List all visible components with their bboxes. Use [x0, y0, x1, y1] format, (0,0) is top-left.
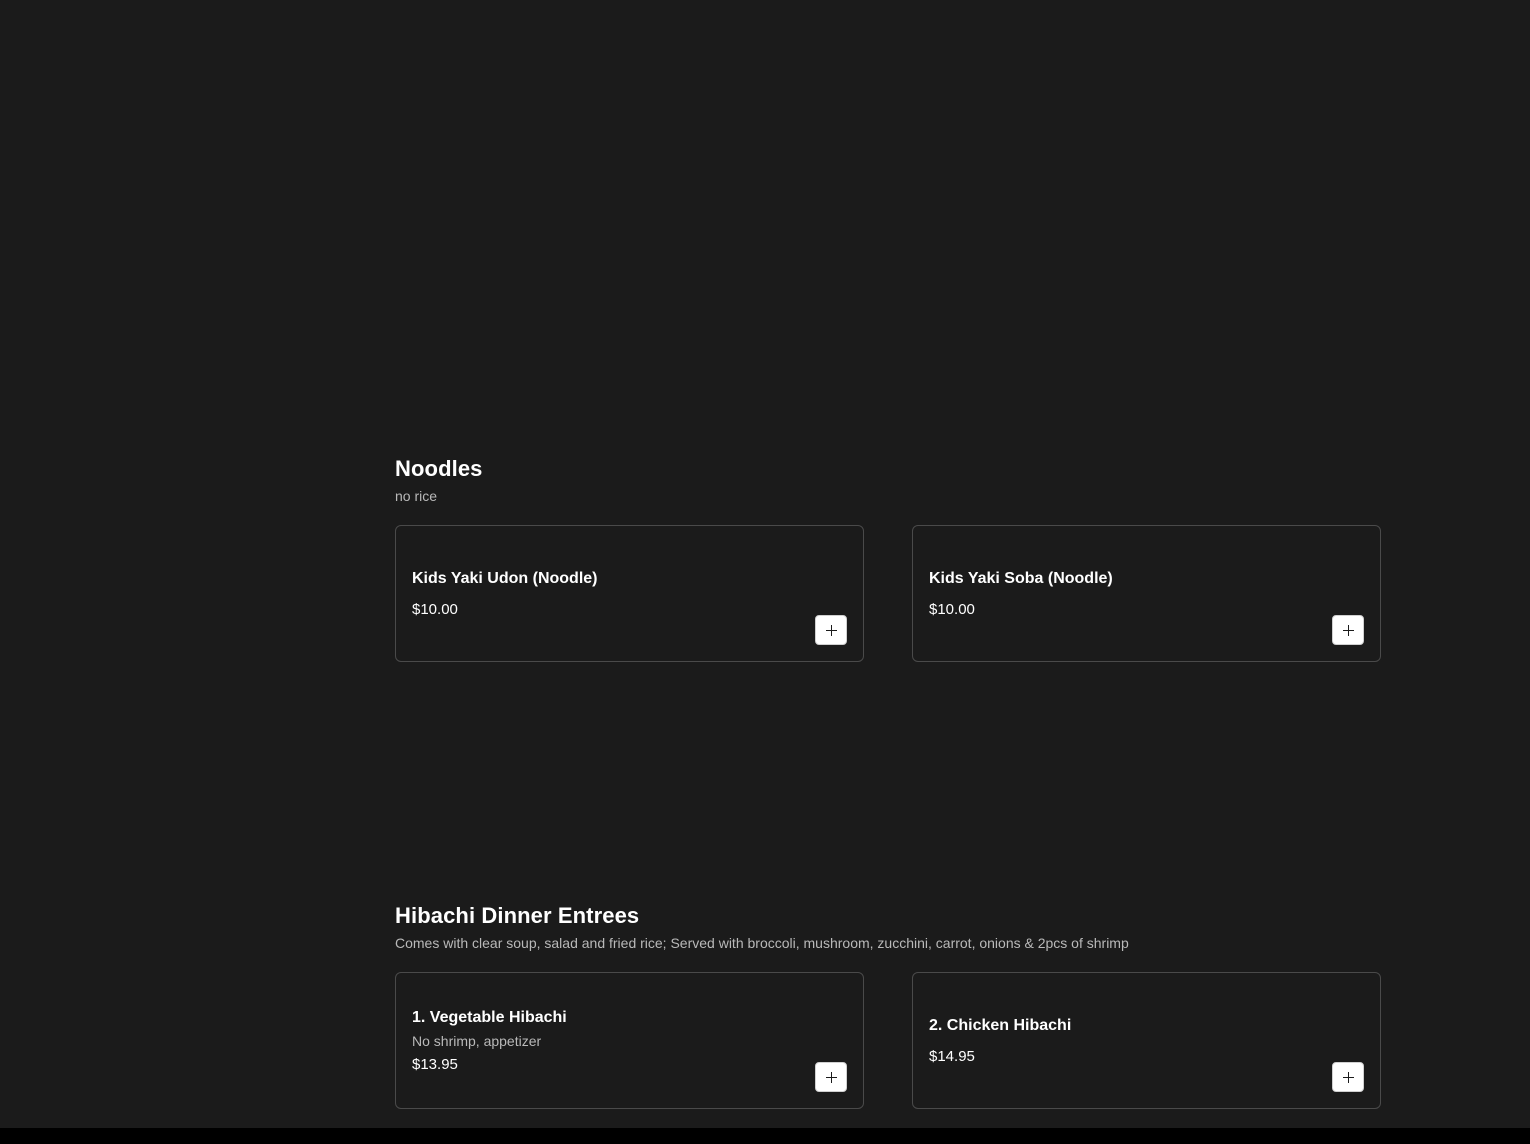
menu-page: Noodles no rice Kids Yaki Udon (Noodle) …	[0, 0, 1530, 1144]
menu-item-info: 1. Vegetable Hibachi No shrimp, appetize…	[412, 973, 793, 1108]
menu-item-price: $13.95	[412, 1055, 458, 1073]
menu-item-card[interactable]: 1. Vegetable Hibachi No shrimp, appetize…	[395, 972, 864, 1109]
plus-icon	[1342, 1071, 1354, 1083]
menu-item-name: 2. Chicken Hibachi	[929, 1016, 1072, 1034]
plus-icon	[825, 1071, 837, 1083]
menu-item-info: Kids Yaki Soba (Noodle) $10.00	[929, 526, 1310, 661]
menu-item-description: No shrimp, appetizer	[412, 1032, 542, 1049]
section-title: Hibachi Dinner Entrees	[395, 903, 640, 928]
section-description: Comes with clear soup, salad and fried r…	[395, 935, 1129, 951]
menu-item-info: Kids Yaki Udon (Noodle) $10.00	[412, 526, 793, 661]
menu-item-card[interactable]: Kids Yaki Soba (Noodle) $10.00	[912, 525, 1381, 662]
plus-icon	[1342, 624, 1354, 636]
section-title: Noodles	[395, 456, 483, 481]
menu-item-price: $10.00	[929, 600, 975, 618]
menu-section-hibachi-dinner-entrees: Hibachi Dinner Entrees Comes with clear …	[395, 902, 1381, 1109]
add-to-cart-button[interactable]	[1332, 615, 1364, 645]
plus-icon	[825, 624, 837, 636]
menu-item-name: Kids Yaki Udon (Noodle)	[412, 569, 598, 587]
section-description: no rice	[395, 488, 438, 504]
menu-item-name: Kids Yaki Soba (Noodle)	[929, 569, 1113, 587]
menu-section-noodles: Noodles no rice Kids Yaki Udon (Noodle) …	[395, 455, 1381, 662]
menu-item-name: 1. Vegetable Hibachi	[412, 1008, 567, 1026]
add-to-cart-button[interactable]	[815, 615, 847, 645]
menu-item-price: $14.95	[929, 1047, 975, 1065]
menu-item-info: 2. Chicken Hibachi $14.95	[929, 973, 1310, 1108]
menu-item-price: $10.00	[412, 600, 458, 618]
menu-item-grid: 1. Vegetable Hibachi No shrimp, appetize…	[395, 972, 1381, 1109]
menu-item-card[interactable]: Kids Yaki Udon (Noodle) $10.00	[395, 525, 864, 662]
menu-item-card[interactable]: 2. Chicken Hibachi $14.95	[912, 972, 1381, 1109]
bottom-bar	[0, 1128, 1530, 1144]
menu-item-grid: Kids Yaki Udon (Noodle) $10.00 Kids Yaki…	[395, 525, 1381, 662]
add-to-cart-button[interactable]	[815, 1062, 847, 1092]
add-to-cart-button[interactable]	[1332, 1062, 1364, 1092]
